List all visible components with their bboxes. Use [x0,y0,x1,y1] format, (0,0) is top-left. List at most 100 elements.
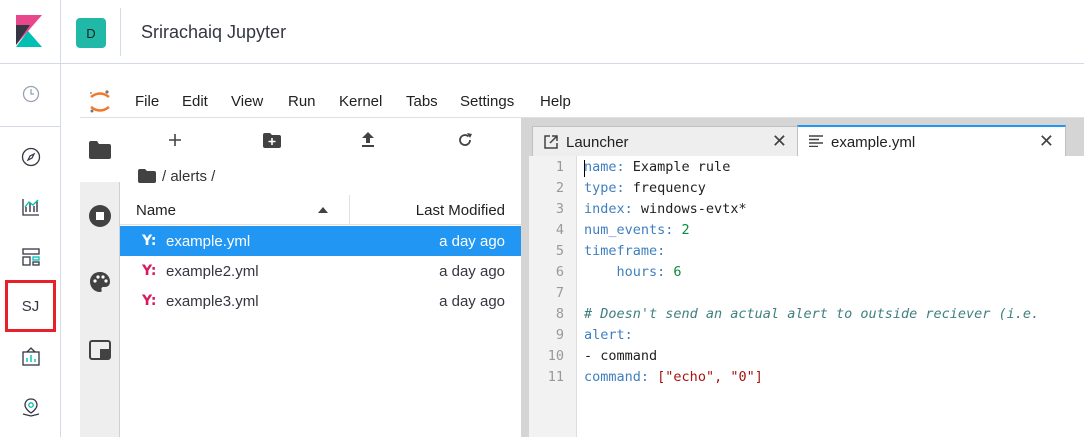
menu-view[interactable]: View [231,93,263,110]
space-avatar[interactable]: D [76,18,106,48]
yaml-key: command [584,369,641,385]
tab-label: example.yml [831,134,916,151]
refresh-button[interactable] [450,128,480,152]
upload-icon [362,132,374,147]
visualize-chart-icon[interactable] [0,187,61,227]
file-browser: / alerts / Name Last Modified Y: example… [120,118,521,437]
recently-viewed-clock-icon[interactable] [0,74,61,114]
maps-icon[interactable] [0,387,61,427]
file-modified: a day ago [439,293,505,310]
menu-kernel[interactable]: Kernel [339,93,382,110]
yaml-value: frequency [624,180,706,196]
menu-help[interactable]: Help [540,93,571,110]
line-number: 1 [555,159,564,175]
yaml-key: alert [584,327,625,343]
tab-launcher[interactable]: Launcher ✕ [532,126,799,156]
line-number: 7 [555,285,564,301]
file-row-example3-yml[interactable]: Y: example3.yml a day ago [120,286,521,316]
refresh-icon [459,133,472,146]
line-number-gutter: 1 2 3 4 5 6 7 8 9 10 11 [529,156,577,437]
file-modified: a day ago [439,263,505,280]
breadcrumb-path[interactable]: / alerts / [162,168,215,185]
discover-compass-icon[interactable] [0,137,61,177]
line-number: 4 [555,222,564,238]
yaml-file-icon: Y: [142,263,157,279]
upload-button[interactable] [353,128,383,152]
code-line-5: timeframe: [584,243,666,259]
code-editor[interactable]: 1 2 3 4 5 6 7 8 9 10 11 name: Example ru… [529,156,1084,437]
folder-icon [89,141,111,159]
folder-icon[interactable] [138,169,156,183]
code-line-3: index: windows-evtx* [584,201,747,217]
menu-file[interactable]: File [135,93,159,110]
file-name: example2.yml [166,263,259,280]
new-folder-button[interactable] [257,128,287,152]
jupyterlab: File Edit View Run Kernel Tabs Settings … [80,86,1084,437]
file-name: example.yml [166,233,251,250]
yaml-key: num_events [584,222,666,238]
code-line-4: num_events: 2 [584,222,690,238]
kibana-header: D Srirachaiq Jupyter [61,0,1084,64]
yaml-key: timeframe [584,243,658,259]
line-number: 9 [555,327,564,343]
menu-edit[interactable]: Edit [182,93,208,110]
yaml-list: ["echo", "0"] [649,369,763,385]
yaml-key: hours [584,264,658,280]
menubar: File Edit View Run Kernel Tabs Settings … [80,86,1084,118]
line-number: 10 [547,348,564,364]
close-icon[interactable]: ✕ [772,131,787,152]
palette-icon [90,272,110,292]
yaml-number: 6 [665,264,682,280]
code-line-8: # Doesn't send an actual alert to outsid… [584,306,1040,322]
left-activity-bar [80,118,120,437]
launcher-icon [544,135,558,149]
jupyter-logo-icon [88,89,112,120]
yaml-file-icon: Y: [142,293,157,309]
menu-tabs[interactable]: Tabs [406,93,438,110]
yaml-key: name [584,159,617,175]
code-line-6: hours: 6 [584,264,682,280]
line-number: 3 [555,201,564,217]
close-icon[interactable]: ✕ [1039,131,1054,152]
open-tabs-tab[interactable] [80,330,120,370]
commands-palette-tab[interactable] [80,262,120,302]
avatar-letter: D [86,25,96,41]
line-number: 5 [555,243,564,259]
yaml-key: index [584,201,625,217]
sidebar-item-srirachaiq-jupyter[interactable]: SJ [5,280,56,332]
file-browser-tab[interactable] [80,118,120,182]
kibana-side-nav: SJ [0,0,61,437]
line-number: 2 [555,180,564,196]
file-row-example-yml[interactable]: Y: example.yml a day ago [120,226,521,256]
yaml-value: windows-evtx* [632,201,747,217]
line-number: 11 [547,369,564,385]
menu-settings[interactable]: Settings [460,93,514,110]
panel-splitter[interactable] [521,118,529,437]
menu-run[interactable]: Run [288,93,316,110]
main-dock-area: Launcher ✕ example.yml ✕ 1 2 3 4 5 6 7 8… [529,118,1084,437]
file-list-header: Name Last Modified [120,195,521,225]
code-line-11: command: ["echo", "0"] [584,369,763,385]
code-line-9: alert: [584,327,633,343]
kibana-logo-icon [16,15,42,47]
code-line-10: - command [584,348,658,364]
column-name-header[interactable]: Name [136,202,176,219]
new-launcher-button[interactable] [160,128,190,152]
line-number: 8 [555,306,564,322]
dashboard-icon[interactable] [0,237,61,277]
running-sessions-tab[interactable] [80,196,120,236]
sidebar-item-label: SJ [21,297,40,315]
column-modified-header[interactable]: Last Modified [416,202,505,219]
yaml-value: Example rule [624,159,731,175]
sort-ascending-icon [318,207,328,213]
line-number: 6 [555,264,564,280]
code-line-1: name: Example rule [584,159,731,175]
yaml-number: 2 [673,222,690,238]
tabs-window-icon [89,340,111,360]
canvas-icon[interactable] [0,337,61,377]
code-line-2: type: frequency [584,180,706,196]
kibana-logo[interactable] [0,0,61,64]
breadcrumb: / alerts / [138,166,215,186]
tab-example-yml[interactable]: example.yml ✕ [797,125,1066,156]
file-row-example2-yml[interactable]: Y: example2.yml a day ago [120,256,521,286]
